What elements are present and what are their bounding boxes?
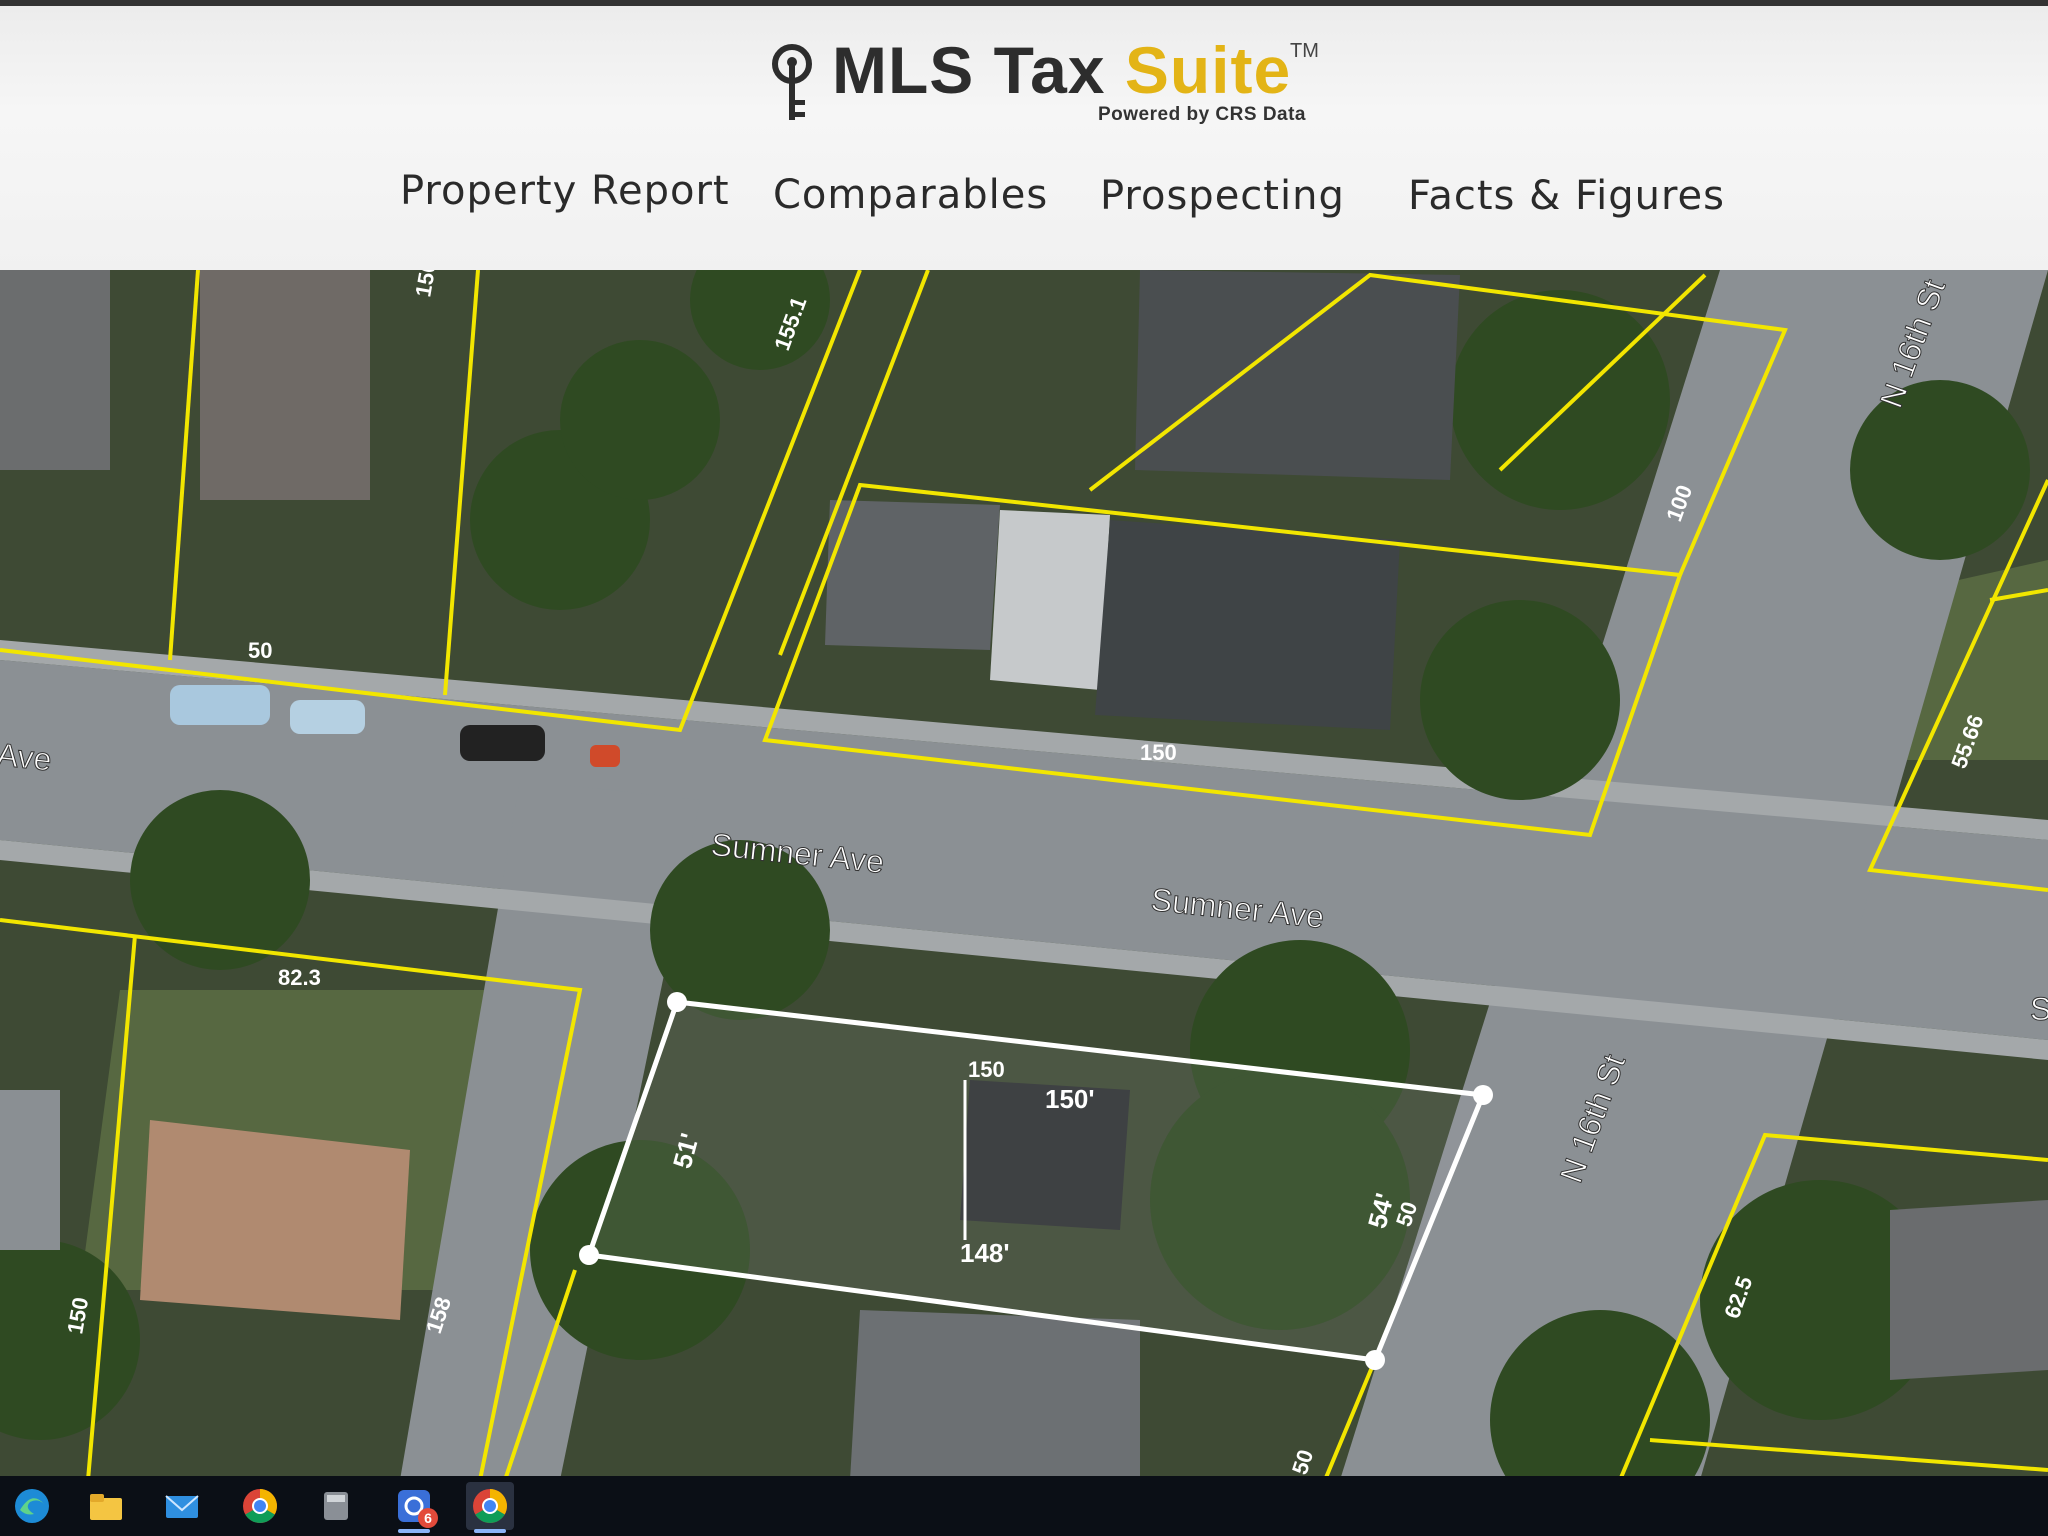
mls-tax-suite-logo[interactable]: MLS Tax Suite TM Powered by CRS Data bbox=[770, 32, 1330, 134]
edge-icon[interactable] bbox=[8, 1482, 56, 1530]
trademark-mark: TM bbox=[1290, 40, 1319, 62]
active-indicator bbox=[474, 1529, 506, 1533]
file-explorer-icon[interactable] bbox=[82, 1482, 130, 1530]
selected-dim-bottom: 148' bbox=[960, 1238, 1010, 1268]
roof-tan-house bbox=[140, 1120, 410, 1320]
calculator-icon[interactable] bbox=[312, 1482, 360, 1530]
dim-label-d3: 50 bbox=[248, 638, 272, 663]
powered-by-text: Powered by CRS Data bbox=[1098, 104, 1306, 125]
tab-facts-figures[interactable]: Facts & Figures bbox=[1408, 173, 1725, 219]
main-nav: Property Report Comparables Prospecting … bbox=[0, 156, 2048, 246]
windows-taskbar: 6 bbox=[0, 1476, 2048, 1536]
roof-house-west bbox=[0, 270, 110, 470]
street-label-s-right: S bbox=[2030, 991, 2048, 1027]
vertex-handle-se[interactable] bbox=[1365, 1350, 1385, 1370]
car-blue-1 bbox=[170, 685, 270, 725]
roof-house-sw bbox=[0, 1090, 60, 1250]
tab-property-report[interactable]: Property Report bbox=[400, 168, 730, 214]
car-black bbox=[460, 725, 545, 761]
dim-label-d7: 82.3 bbox=[278, 965, 321, 990]
map-canvas[interactable]: Sumner Ave Sumner Ave N 16th St N 16th S… bbox=[0, 270, 2048, 1480]
notification-app-icon[interactable]: 6 bbox=[390, 1482, 438, 1533]
car-blue-2 bbox=[290, 700, 365, 734]
notification-badge: 6 bbox=[418, 1508, 438, 1528]
mail-icon[interactable] bbox=[158, 1482, 206, 1530]
roof-house-se bbox=[1890, 1200, 2048, 1380]
running-indicator bbox=[398, 1529, 430, 1533]
vertex-handle-sw[interactable] bbox=[579, 1245, 599, 1265]
dim-label-d13: 150 bbox=[968, 1057, 1005, 1082]
logo-main-text: MLS Tax bbox=[832, 33, 1125, 107]
roof-house-north bbox=[1135, 270, 1460, 480]
chrome-active-icon[interactable] bbox=[466, 1482, 514, 1533]
tab-comparables[interactable]: Comparables bbox=[773, 172, 1048, 218]
aerial-map[interactable]: Sumner Ave Sumner Ave N 16th St N 16th S… bbox=[0, 270, 2048, 1480]
chrome-icon[interactable] bbox=[236, 1482, 284, 1530]
logo-text: MLS Tax Suite bbox=[832, 32, 1291, 108]
logo-accent-text: Suite bbox=[1124, 33, 1292, 107]
roof-carport bbox=[990, 510, 1110, 690]
dim-label-d5: 150 bbox=[1140, 740, 1177, 765]
roof-garage bbox=[825, 500, 1000, 650]
roof-house-center bbox=[1095, 520, 1400, 730]
car-red bbox=[590, 745, 620, 767]
key-pin-icon bbox=[772, 44, 812, 120]
roof-house-south bbox=[850, 1310, 1140, 1480]
vertex-handle-ne[interactable] bbox=[1473, 1085, 1493, 1105]
vertex-handle-nw[interactable] bbox=[667, 992, 687, 1012]
selected-dim-top: 150' bbox=[1045, 1084, 1095, 1114]
tab-prospecting[interactable]: Prospecting bbox=[1100, 173, 1345, 219]
street-label-ave-left: Ave bbox=[0, 736, 53, 778]
app-header: MLS Tax Suite TM Powered by CRS Data Pro… bbox=[0, 0, 2048, 270]
roof-house-nw bbox=[200, 270, 370, 500]
